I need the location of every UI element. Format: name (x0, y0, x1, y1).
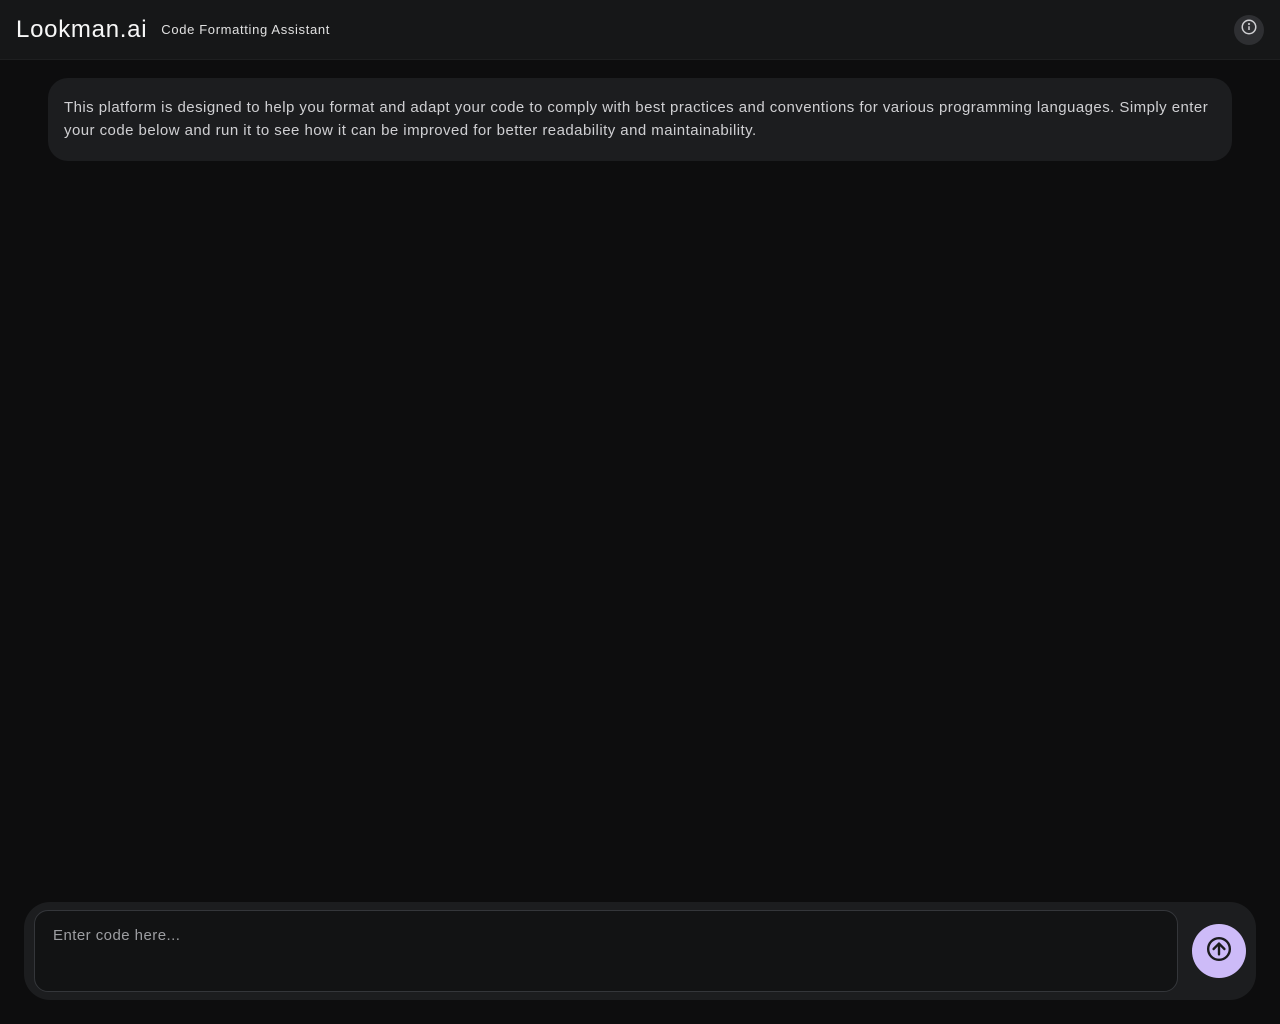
code-input[interactable] (34, 910, 1178, 992)
main-area: This platform is designed to help you fo… (0, 60, 1280, 902)
intro-text: This platform is designed to help you fo… (64, 99, 1208, 139)
info-icon (1240, 18, 1258, 41)
intro-card: This platform is designed to help you fo… (48, 78, 1232, 161)
brand-title: Lookman.ai (16, 16, 147, 44)
header: Lookman.ai Code Formatting Assistant (0, 0, 1280, 60)
app-subtitle: Code Formatting Assistant (161, 22, 330, 37)
input-wrap (24, 902, 1256, 1000)
footer (0, 902, 1280, 1024)
info-button[interactable] (1234, 15, 1264, 45)
send-button[interactable] (1192, 924, 1246, 978)
arrow-up-icon (1206, 936, 1232, 967)
app-root: Lookman.ai Code Formatting Assistant Thi… (0, 0, 1280, 1024)
